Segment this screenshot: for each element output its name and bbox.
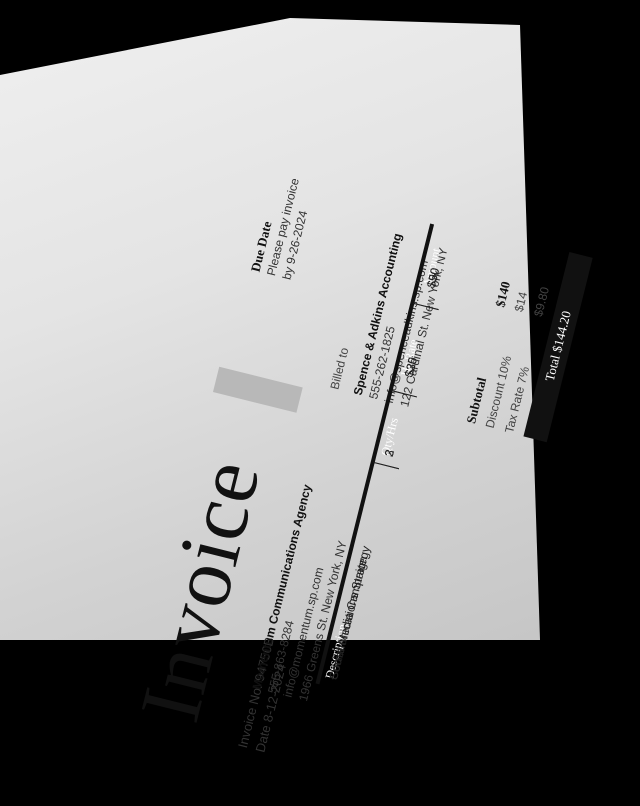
subtotal-value: $140 (492, 279, 514, 309)
due-date-block: Due Date Please pay invoice by 9-26-2024 (248, 173, 319, 282)
table-row: Social Media Campaign 3 $30 $90 (317, 266, 442, 689)
column-divider (373, 461, 400, 470)
table-header: Description Qty/Hrs Hr Rate Amount (317, 247, 443, 687)
tax-value: $9.80 (531, 285, 552, 319)
row-qty: 2 (381, 448, 398, 459)
title-accent-bar (212, 366, 303, 413)
discount-value: $14 (511, 290, 531, 314)
table-row: Communications Strategy 2 $25 $50 (317, 266, 442, 689)
